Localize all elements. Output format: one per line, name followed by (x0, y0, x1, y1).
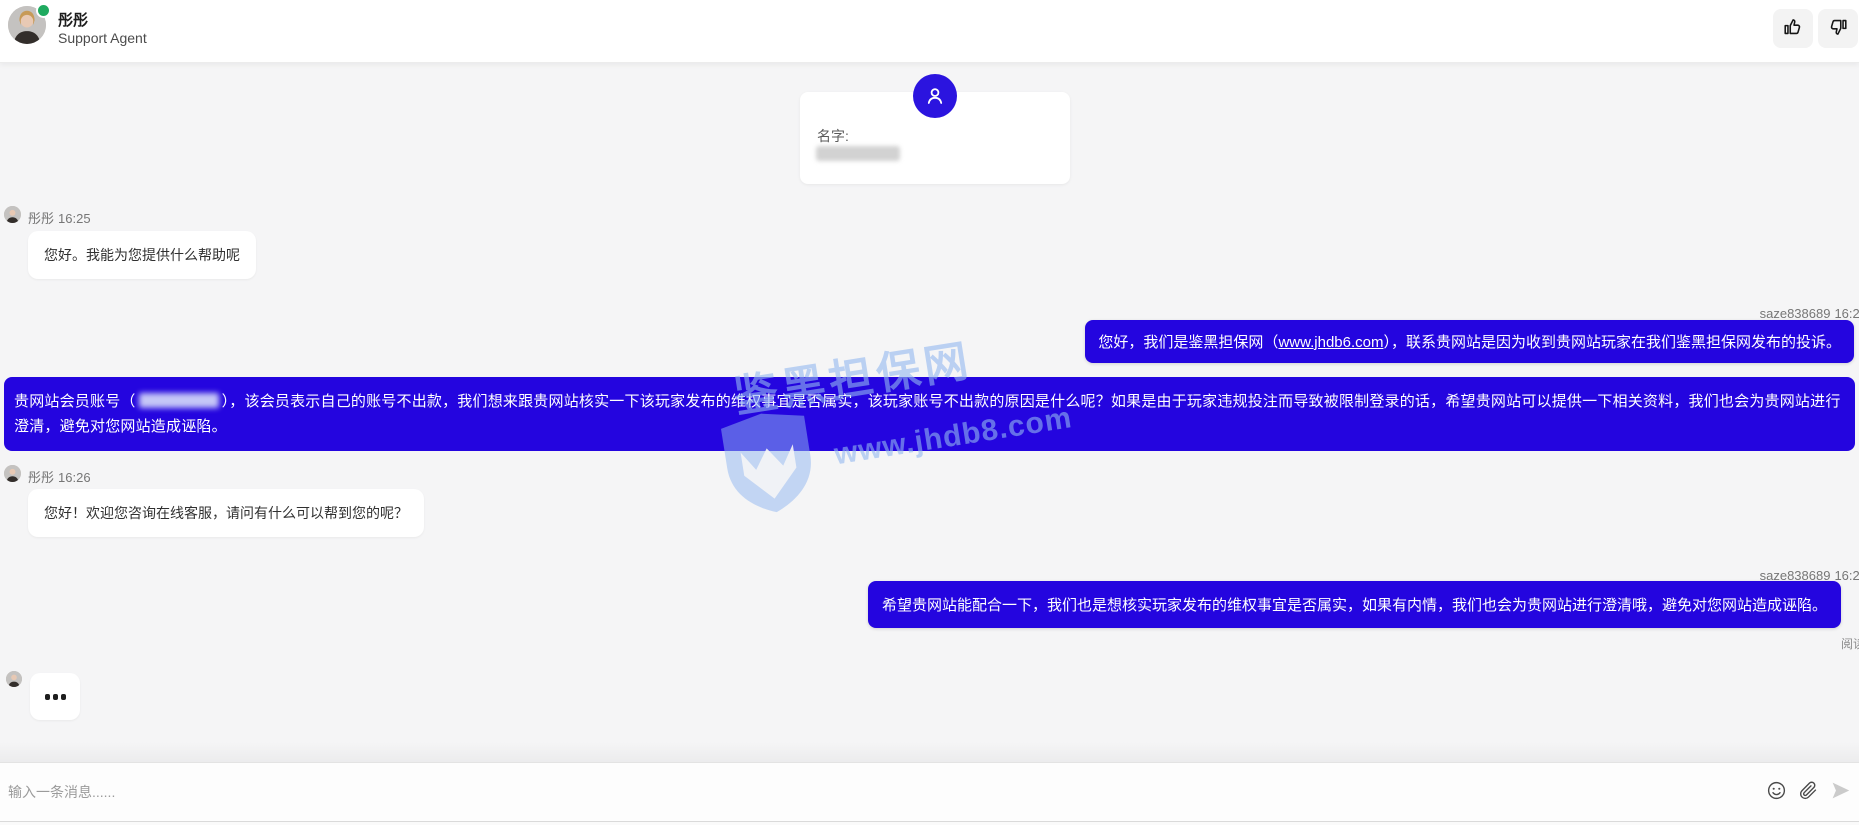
message-meta: 彤彤 16:25 (28, 208, 91, 227)
thumbs-down-button[interactable] (1818, 9, 1858, 48)
person-icon (913, 74, 957, 118)
agent-avatar (4, 465, 21, 482)
name-field-label: 名字: (817, 126, 849, 146)
sender-name: saze838689 (1760, 306, 1831, 321)
redacted-account-number (139, 393, 219, 408)
agent-avatar (6, 671, 22, 687)
paperclip-icon (1798, 780, 1819, 804)
typing-dot (61, 694, 66, 700)
thumbs-up-icon (1782, 16, 1804, 41)
message-time: 16:25 (1834, 306, 1859, 321)
jhdb6-link[interactable]: www.jhdb6.com (1278, 334, 1383, 351)
typing-dot (45, 694, 50, 700)
chat-window: 彤彤 Support Agent 名字: 彤彤 16:25 您好。我能为您提供什么… (0, 0, 1859, 825)
message-text: ），联系贵网站是因为收到贵网站玩家在我们鉴黑担保网发布的投诉。 (1383, 334, 1841, 351)
agent-message-bubble: 您好！欢迎您咨询在线客服，请问有什么可以帮到您的呢？ (28, 489, 424, 537)
message-time: 16:26 (1834, 568, 1859, 583)
visitor-message-bubble: 希望贵网站能配合一下，我们也是想核实玩家发布的维权事宜是否属实，如果有内情，我们… (868, 581, 1841, 628)
agent-avatar (4, 206, 21, 223)
emoji-button[interactable] (1763, 779, 1789, 805)
redacted-name-value (816, 146, 900, 161)
chat-header: 彤彤 Support Agent (0, 0, 1859, 63)
send-icon (1830, 780, 1851, 804)
sender-name: 彤彤 (28, 470, 54, 485)
emoji-icon (1766, 780, 1787, 804)
message-time: 16:25 (58, 211, 91, 226)
message-text: 贵网站会员账号（ (14, 393, 136, 410)
thumbs-down-icon (1827, 16, 1849, 41)
visitor-message-bubble: 您好，我们是鉴黑担保网（www.jhdb6.com），联系贵网站是因为收到贵网站… (1085, 320, 1854, 363)
send-button[interactable] (1827, 779, 1853, 805)
visitor-message-bubble-wide: 贵网站会员账号（），该会员表示自己的账号不出款，我们想来跟贵网站核实一下该玩家发… (4, 377, 1855, 451)
message-input[interactable] (6, 783, 1763, 801)
message-text: ），该会员表示自己的账号不出款，我们想来跟贵网站核实一下该玩家发布的维权事宜是否… (14, 393, 1841, 435)
online-status-dot (36, 3, 51, 18)
read-receipt: 阅读 (1841, 635, 1859, 652)
message-meta: saze83868916:25 (1760, 306, 1859, 321)
agent-role: Support Agent (58, 30, 147, 46)
message-text: 您好，我们是鉴黑担保网（ (1098, 334, 1278, 351)
message-meta: 彤彤 16:26 (28, 467, 91, 486)
message-time: 16:26 (58, 470, 91, 485)
sender-name: 彤彤 (28, 211, 54, 226)
composer-bar (0, 762, 1859, 822)
agent-name: 彤彤 (58, 9, 88, 30)
typing-dot (53, 694, 58, 700)
attachment-button[interactable] (1795, 779, 1821, 805)
chat-bottom-fade (0, 742, 1859, 762)
agent-message-bubble: 您好。我能为您提供什么帮助呢 (28, 231, 256, 279)
typing-indicator (30, 673, 80, 720)
thumbs-up-button[interactable] (1773, 9, 1813, 48)
